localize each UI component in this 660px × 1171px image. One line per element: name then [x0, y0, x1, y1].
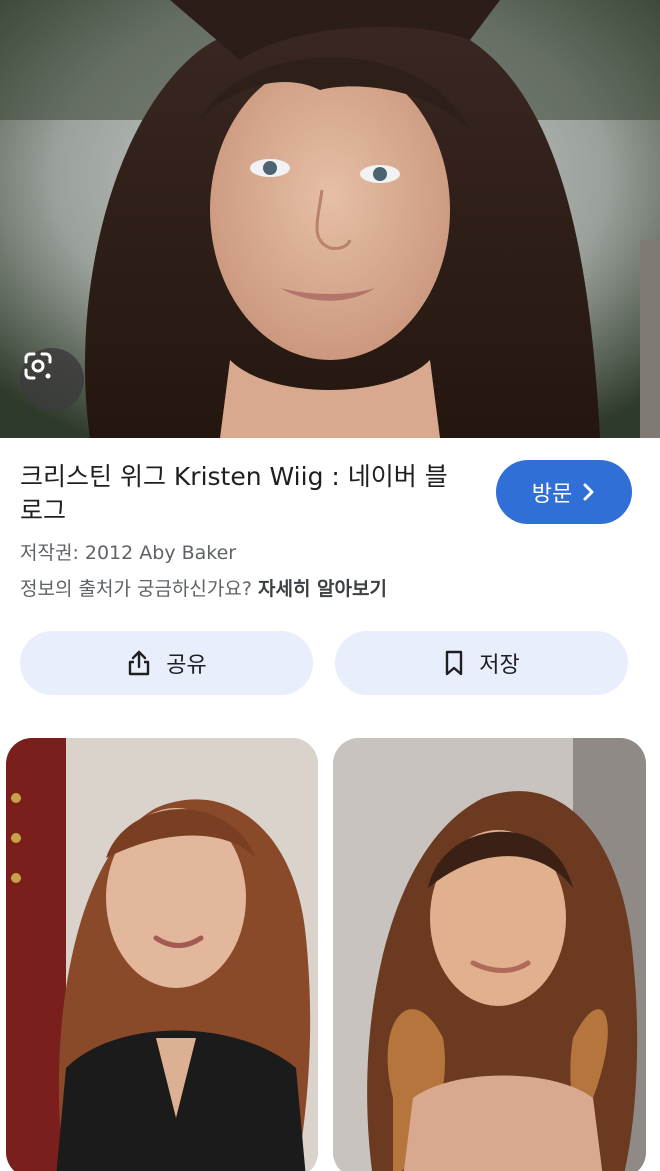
visit-label: 방문 — [531, 482, 573, 507]
save-label: 저장 — [479, 653, 520, 678]
related-image-2[interactable] — [333, 738, 646, 1171]
related-photo-2 — [333, 738, 646, 1171]
source-question: 정보의 출처가 궁금하신가요? — [20, 578, 252, 600]
related-image-1[interactable] — [6, 738, 318, 1171]
main-image[interactable] — [0, 0, 660, 438]
share-icon — [129, 650, 150, 676]
visit-button[interactable]: 방문 — [496, 460, 632, 524]
share-button[interactable]: 공유 — [20, 631, 313, 695]
image-viewer: 크리스틴 위그 Kristen Wiig : 네이버 블로그 방문 저작권: 2… — [0, 0, 660, 1171]
save-button[interactable]: 저장 — [335, 631, 628, 695]
result-title[interactable]: 크리스틴 위그 Kristen Wiig : 네이버 블로그 — [20, 460, 470, 528]
google-lens-icon — [24, 352, 52, 380]
bookmark-icon — [446, 650, 463, 676]
share-label: 공유 — [166, 653, 207, 678]
chevron-right-icon — [583, 483, 594, 501]
learn-more-link[interactable]: 자세히 알아보기 — [258, 578, 387, 600]
portrait-illustration — [0, 0, 660, 438]
related-photo-1 — [6, 738, 318, 1171]
copyright-text: 저작권: 2012 Aby Baker — [20, 542, 237, 564]
source-info: 정보의 출처가 궁금하신가요? 자세히 알아보기 — [20, 574, 387, 601]
google-lens-button[interactable] — [20, 348, 84, 412]
